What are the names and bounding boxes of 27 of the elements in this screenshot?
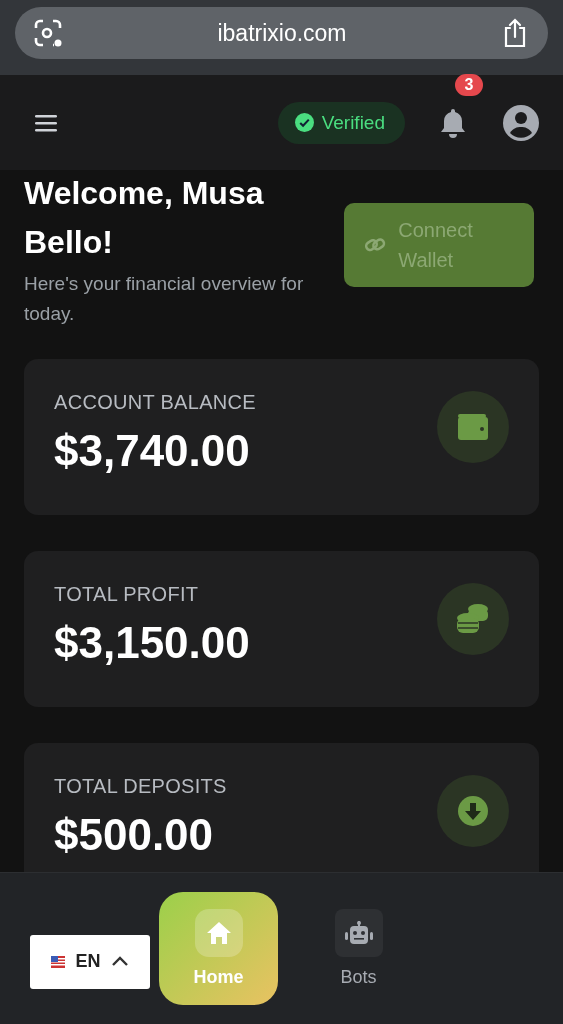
card-amount: $500.00	[54, 810, 215, 860]
menu-icon[interactable]	[35, 113, 57, 132]
camera-lens-icon[interactable]	[34, 19, 62, 47]
card-amount: $3,150.00	[54, 618, 250, 668]
user-avatar-icon[interactable]	[503, 104, 539, 141]
share-icon[interactable]	[502, 18, 528, 48]
language-selector[interactable]: EN	[30, 934, 150, 989]
notification-count: 3	[455, 73, 483, 96]
nav-tab[interactable]: Bots	[299, 892, 418, 1005]
bell-icon[interactable]	[439, 107, 467, 138]
check-circle-icon	[294, 113, 314, 132]
verified-badge: Verified	[277, 101, 405, 144]
card-label: TOTAL PROFIT	[54, 583, 200, 606]
home-icon	[205, 921, 232, 945]
welcome-heading: Welcome, Musa Bello!	[24, 174, 265, 262]
wallet-icon	[457, 413, 489, 441]
card-amount: $3,740.00	[54, 426, 251, 476]
download-icon	[457, 795, 489, 827]
coins-icon	[456, 603, 490, 635]
overview-subtitle: Here's your financial overview for today.	[24, 272, 305, 326]
card-label: TOTAL DEPOSITS	[54, 775, 227, 798]
chevron-up-icon	[110, 956, 129, 967]
url-text: ibatrixio.com	[217, 19, 347, 47]
card-label: ACCOUNT BALANCE	[54, 391, 256, 414]
address-bar[interactable]: ibatrixio.com	[15, 7, 548, 59]
flag-icon	[51, 955, 66, 968]
robot-icon	[344, 921, 373, 945]
